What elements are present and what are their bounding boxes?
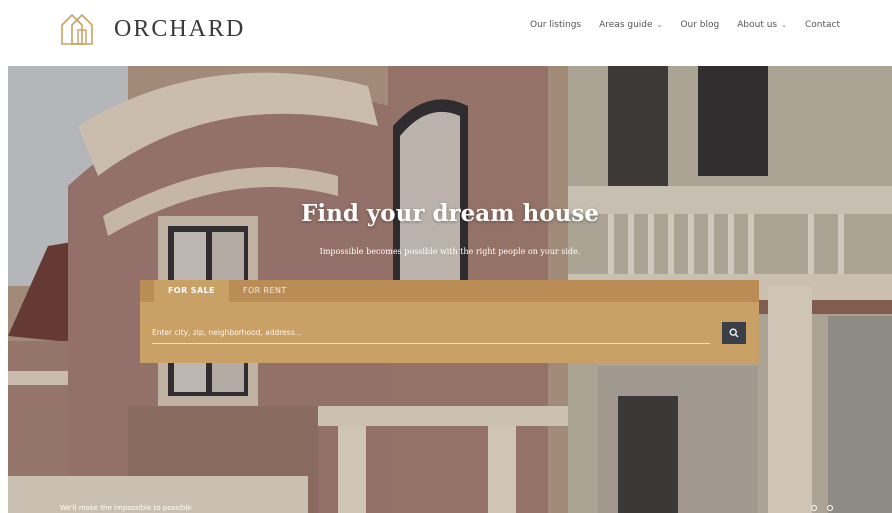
- tab-for-sale[interactable]: FOR SALE: [154, 280, 229, 302]
- slider-dot[interactable]: [811, 505, 817, 511]
- property-search-panel: FOR SALE FOR RENT: [140, 280, 759, 363]
- brand-logo[interactable]: ORCHARD: [60, 12, 245, 46]
- search-input[interactable]: [152, 326, 710, 344]
- nav-contact[interactable]: Contact: [805, 20, 840, 30]
- nav-label: Our listings: [529, 20, 582, 30]
- nav-label: About us: [737, 20, 778, 30]
- brand-name: ORCHARD: [114, 15, 246, 42]
- tab-for-rent[interactable]: FOR RENT: [229, 280, 301, 302]
- hero-tagline: We'll make the impossible to possible: [60, 504, 192, 512]
- house-outline-icon: [61, 13, 93, 45]
- main-nav: Our listings Areas guide ⌄ Our blog Abou…: [530, 20, 840, 30]
- search-tabs: FOR SALE FOR RENT: [140, 280, 759, 302]
- nav-areas-guide[interactable]: Areas guide ⌄: [599, 20, 662, 30]
- nav-label: Our blog: [680, 20, 720, 30]
- nav-our-blog[interactable]: Our blog: [680, 20, 719, 30]
- chevron-down-icon: ⌄: [781, 21, 787, 29]
- nav-label: Contact: [804, 20, 840, 30]
- search-icon: [729, 328, 739, 338]
- hero-subtitle: Impossible becomes possible with the rig…: [319, 247, 581, 256]
- search-button[interactable]: [722, 322, 746, 344]
- slider-dots: [811, 505, 833, 511]
- hero-title: Find your dream house: [301, 200, 599, 227]
- nav-our-listings[interactable]: Our listings: [530, 20, 581, 30]
- hero-banner: Find your dream house Impossible becomes…: [8, 66, 892, 513]
- chevron-down-icon: ⌄: [656, 21, 663, 29]
- site-header: ORCHARD Our listings Areas guide ⌄ Our b…: [0, 0, 892, 66]
- slider-dot[interactable]: [827, 505, 833, 511]
- nav-label: Areas guide: [599, 20, 653, 30]
- nav-about-us[interactable]: About us ⌄: [737, 20, 787, 30]
